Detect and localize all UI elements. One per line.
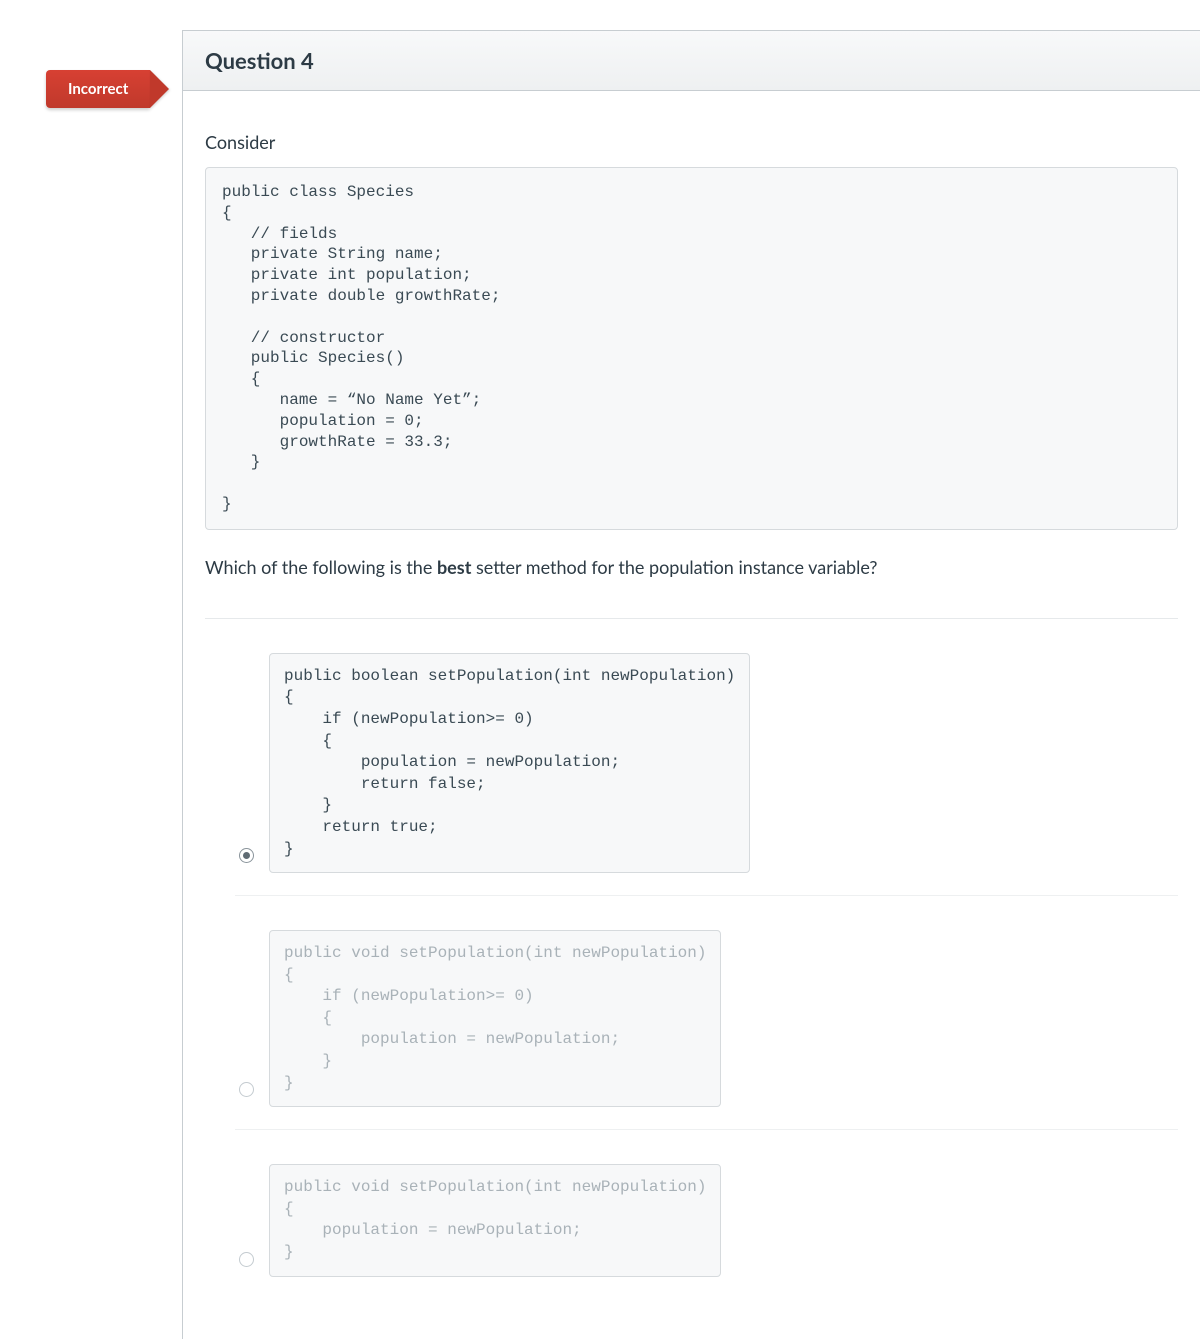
radio-icon[interactable]: [239, 1082, 254, 1097]
answer-code: public void setPopulation(int newPopulat…: [269, 930, 721, 1107]
stem-bold: best: [437, 556, 471, 578]
radio-icon[interactable]: [239, 848, 254, 863]
question-code: public class Species { // fields private…: [205, 167, 1178, 530]
radio-col: [235, 1082, 257, 1107]
answer-option[interactable]: public boolean setPopulation(int newPopu…: [235, 641, 1178, 896]
answers-divider: [205, 618, 1178, 619]
question-title: Question 4: [205, 47, 1178, 74]
radio-col: [235, 1252, 257, 1277]
stem-before: Which of the following is the: [205, 556, 437, 578]
answer-option[interactable]: public void setPopulation(int newPopulat…: [235, 1152, 1178, 1298]
answers-list: public boolean setPopulation(int newPopu…: [205, 641, 1178, 1299]
result-badge-wrap: Incorrect: [46, 70, 150, 108]
question-body: Consider public class Species { // field…: [183, 91, 1200, 1339]
radio-icon[interactable]: [239, 1252, 254, 1267]
page: Incorrect Question 4 Consider public cla…: [0, 30, 1200, 1339]
answer-code: public void setPopulation(int newPopulat…: [269, 1164, 721, 1276]
content-column: Question 4 Consider public class Species…: [182, 30, 1200, 1339]
question-header: Question 4: [183, 30, 1200, 91]
answer-code: public boolean setPopulation(int newPopu…: [269, 653, 750, 873]
result-badge: Incorrect: [46, 70, 150, 108]
intro-text: Consider: [205, 131, 1178, 153]
radio-col: [235, 848, 257, 873]
question-stem: Which of the following is the best sette…: [205, 556, 1178, 578]
stem-after: setter method for the population instanc…: [471, 556, 877, 578]
answer-option[interactable]: public void setPopulation(int newPopulat…: [235, 918, 1178, 1130]
